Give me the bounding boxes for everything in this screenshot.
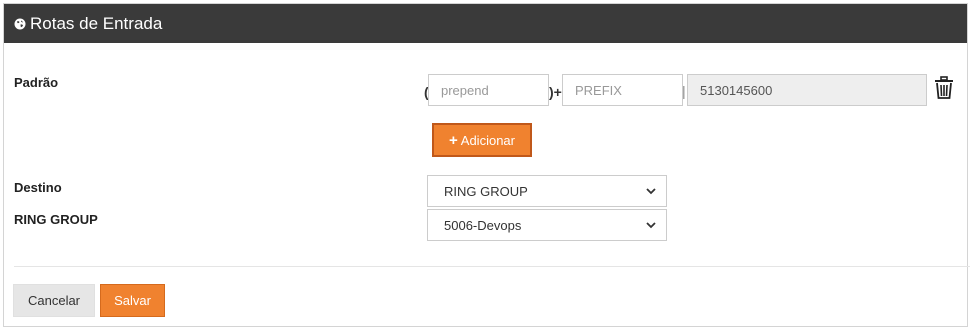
- destination-selected-value: RING GROUP: [444, 183, 528, 199]
- save-button[interactable]: Salvar: [100, 284, 165, 317]
- divider: [14, 266, 970, 267]
- close-paren-plus: )+: [549, 84, 562, 100]
- cancel-button[interactable]: Cancelar: [13, 284, 95, 317]
- add-button-label: Adicionar: [460, 132, 515, 148]
- chevron-down-icon: [646, 220, 656, 230]
- chevron-down-icon: [646, 186, 656, 196]
- incoming-routes-panel: Rotas de Entrada Padrão ( )+ | + Adicion…: [3, 3, 970, 327]
- page-title: Rotas de Entrada: [30, 13, 163, 33]
- pattern-label: Padrão: [14, 75, 59, 90]
- prefix-input[interactable]: [562, 74, 683, 106]
- destination-select[interactable]: RING GROUP: [427, 175, 667, 207]
- trash-icon[interactable]: [933, 76, 955, 100]
- separator: |: [682, 83, 686, 99]
- globe-icon: [14, 18, 26, 30]
- panel-header: Rotas de Entrada: [4, 4, 967, 43]
- ring-group-label: RING GROUP: [14, 212, 98, 227]
- destination-label: Destino: [14, 180, 62, 195]
- number-field: [687, 74, 927, 106]
- add-button[interactable]: + Adicionar: [432, 123, 532, 157]
- ring-group-selected-value: 5006-Devops: [444, 217, 522, 233]
- ring-group-select[interactable]: 5006-Devops: [427, 209, 667, 241]
- plus-icon: +: [449, 131, 458, 149]
- prepend-input[interactable]: [428, 74, 549, 106]
